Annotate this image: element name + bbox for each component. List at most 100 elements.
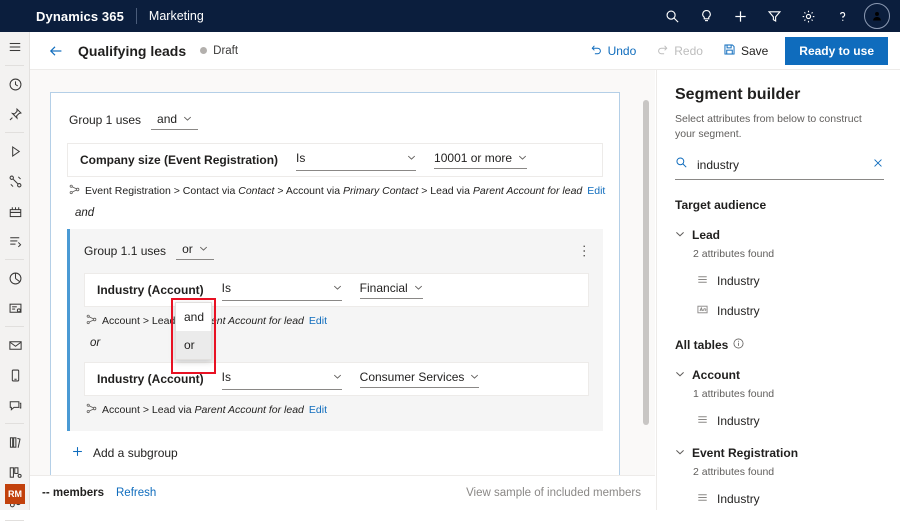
lead-scoring-icon[interactable] xyxy=(0,226,30,256)
suite-actions xyxy=(656,0,890,32)
undo-button[interactable]: Undo xyxy=(581,38,646,64)
relationship-edit-link[interactable]: Edit xyxy=(309,404,327,416)
group-1-operator-dropdown[interactable]: and xyxy=(151,111,198,130)
events-icon[interactable] xyxy=(0,196,30,226)
chevron-down-icon xyxy=(183,112,192,126)
subgroup-conjunction: or xyxy=(90,337,603,349)
pinned-icon[interactable] xyxy=(0,99,30,129)
attribute-name: Industry xyxy=(717,492,760,506)
play-icon[interactable] xyxy=(0,136,30,166)
table-node-lead[interactable]: Lead xyxy=(675,226,884,244)
condition-row[interactable]: Company size (Event Registration) Is 100… xyxy=(67,143,603,177)
optionset-icon xyxy=(697,490,708,508)
attribute-item[interactable]: Industry xyxy=(697,412,884,430)
chevron-down-icon xyxy=(407,149,416,167)
user-avatar-icon[interactable] xyxy=(864,3,890,29)
clear-search-icon[interactable] xyxy=(872,156,884,174)
relationship-edit-link[interactable]: Edit xyxy=(309,315,327,327)
relationship-segment: Lead via xyxy=(149,404,192,416)
target-audience-heading: Target audience xyxy=(675,198,884,212)
table-name: Account xyxy=(692,368,740,382)
attribute-item[interactable]: Industry xyxy=(697,272,884,290)
redo-icon xyxy=(656,43,669,59)
help-question-icon[interactable] xyxy=(826,0,858,32)
canvas-scrollbar[interactable] xyxy=(641,70,651,475)
relationship-path: Event Registration > Contact via Contact… xyxy=(69,184,603,198)
add-subgroup-button[interactable]: Add a subgroup xyxy=(71,445,619,461)
relationship-segment: Parent Account for lead xyxy=(470,185,582,197)
dropdown-option-and[interactable]: and xyxy=(176,303,211,331)
info-icon[interactable] xyxy=(733,338,744,352)
back-arrow-icon[interactable] xyxy=(40,35,72,67)
table-node-account[interactable]: Account xyxy=(675,366,884,384)
segment-canvas: Group 1 uses and Company size (Event Reg… xyxy=(30,70,655,475)
relationship-segment: Contact xyxy=(235,185,274,197)
operator-dropdown-menu[interactable]: and or xyxy=(175,302,212,360)
condition-operator-dropdown[interactable]: Is xyxy=(296,149,416,171)
target-audience-label: Target audience xyxy=(675,198,766,212)
group-conjunction: and xyxy=(75,207,619,219)
table-node-event-registration[interactable]: Event Registration xyxy=(675,444,884,462)
condition-row[interactable]: Industry (Account) Is Consumer Services xyxy=(84,362,589,396)
library-icon[interactable] xyxy=(0,427,30,457)
hamburger-menu-icon[interactable] xyxy=(0,32,30,62)
subgroup-overflow-menu-icon[interactable]: ⋯ xyxy=(581,244,589,258)
panel-title: Segment builder xyxy=(675,86,884,104)
condition-value: Consumer Services xyxy=(360,370,465,384)
relationship-icon xyxy=(86,314,97,328)
condition-value: Financial xyxy=(360,281,408,295)
condition-row[interactable]: Industry (Account) Is Financial xyxy=(84,273,589,307)
search-input[interactable]: industry xyxy=(697,158,739,172)
group-1-card: Group 1 uses and Company size (Event Reg… xyxy=(50,92,620,475)
email-icon[interactable] xyxy=(0,330,30,360)
add-subgroup-label: Add a subgroup xyxy=(93,446,178,460)
rail-divider xyxy=(5,65,24,66)
segments-icon[interactable] xyxy=(0,263,30,293)
mobile-icon[interactable] xyxy=(0,360,30,390)
table-name: Event Registration xyxy=(692,446,798,460)
subscription-center-icon[interactable] xyxy=(0,293,30,323)
view-sample-link[interactable]: View sample of included members xyxy=(466,487,641,499)
filter-icon[interactable] xyxy=(758,0,790,32)
canvas-scrollbar-thumb[interactable] xyxy=(643,100,649,425)
refresh-link[interactable]: Refresh xyxy=(116,487,156,499)
panel-subtitle: Select attributes from below to construc… xyxy=(675,112,884,142)
chevron-down-icon xyxy=(470,370,479,384)
table-attribute-count: 2 attributes found xyxy=(693,466,884,478)
attribute-item[interactable]: Industry xyxy=(697,302,884,320)
dashboard-icon[interactable] xyxy=(0,457,30,487)
attribute-search-box[interactable]: industry xyxy=(675,156,884,180)
lightbulb-insights-icon[interactable] xyxy=(690,0,722,32)
condition-operator-dropdown[interactable]: Is xyxy=(222,279,342,301)
attribute-item[interactable]: Industry xyxy=(697,490,884,508)
add-new-icon[interactable] xyxy=(724,0,756,32)
relationship-segment: > xyxy=(418,185,427,197)
condition-value-dropdown[interactable]: Financial xyxy=(360,281,423,299)
relationship-segment: Account via xyxy=(283,185,340,197)
group-1-operator-value: and xyxy=(157,112,177,126)
app-name-label: Marketing xyxy=(149,9,204,23)
search-icon[interactable] xyxy=(656,0,688,32)
status-dot-icon xyxy=(200,47,207,54)
save-button[interactable]: Save xyxy=(714,38,777,64)
chevron-down-icon xyxy=(333,368,342,386)
ready-to-use-button[interactable]: Ready to use xyxy=(785,37,888,65)
suite-bar: Dynamics 365 Marketing xyxy=(0,0,900,32)
customer-journey-icon[interactable] xyxy=(0,166,30,196)
relationship-segment: Lead via xyxy=(427,185,470,197)
relationship-edit-link[interactable]: Edit xyxy=(587,185,605,197)
dropdown-option-or[interactable]: or xyxy=(176,331,211,359)
condition-value-dropdown[interactable]: 10001 or more xyxy=(434,151,527,169)
subgroup-operator-value: or xyxy=(182,242,193,256)
settings-gear-icon[interactable] xyxy=(792,0,824,32)
recent-clock-icon[interactable] xyxy=(0,69,30,99)
member-count-label: -- members xyxy=(42,487,104,499)
subgroup-header: Group 1.1 uses or ⋯ xyxy=(70,241,603,260)
user-initials-avatar[interactable]: RM xyxy=(5,484,25,504)
social-posts-icon[interactable] xyxy=(0,390,30,420)
condition-operator-dropdown[interactable]: Is xyxy=(222,368,342,390)
subgroup-operator-dropdown[interactable]: or xyxy=(176,241,214,260)
condition-value-dropdown[interactable]: Consumer Services xyxy=(360,370,480,388)
status-badge: Draft xyxy=(213,45,238,57)
chevron-down-icon xyxy=(199,242,208,256)
